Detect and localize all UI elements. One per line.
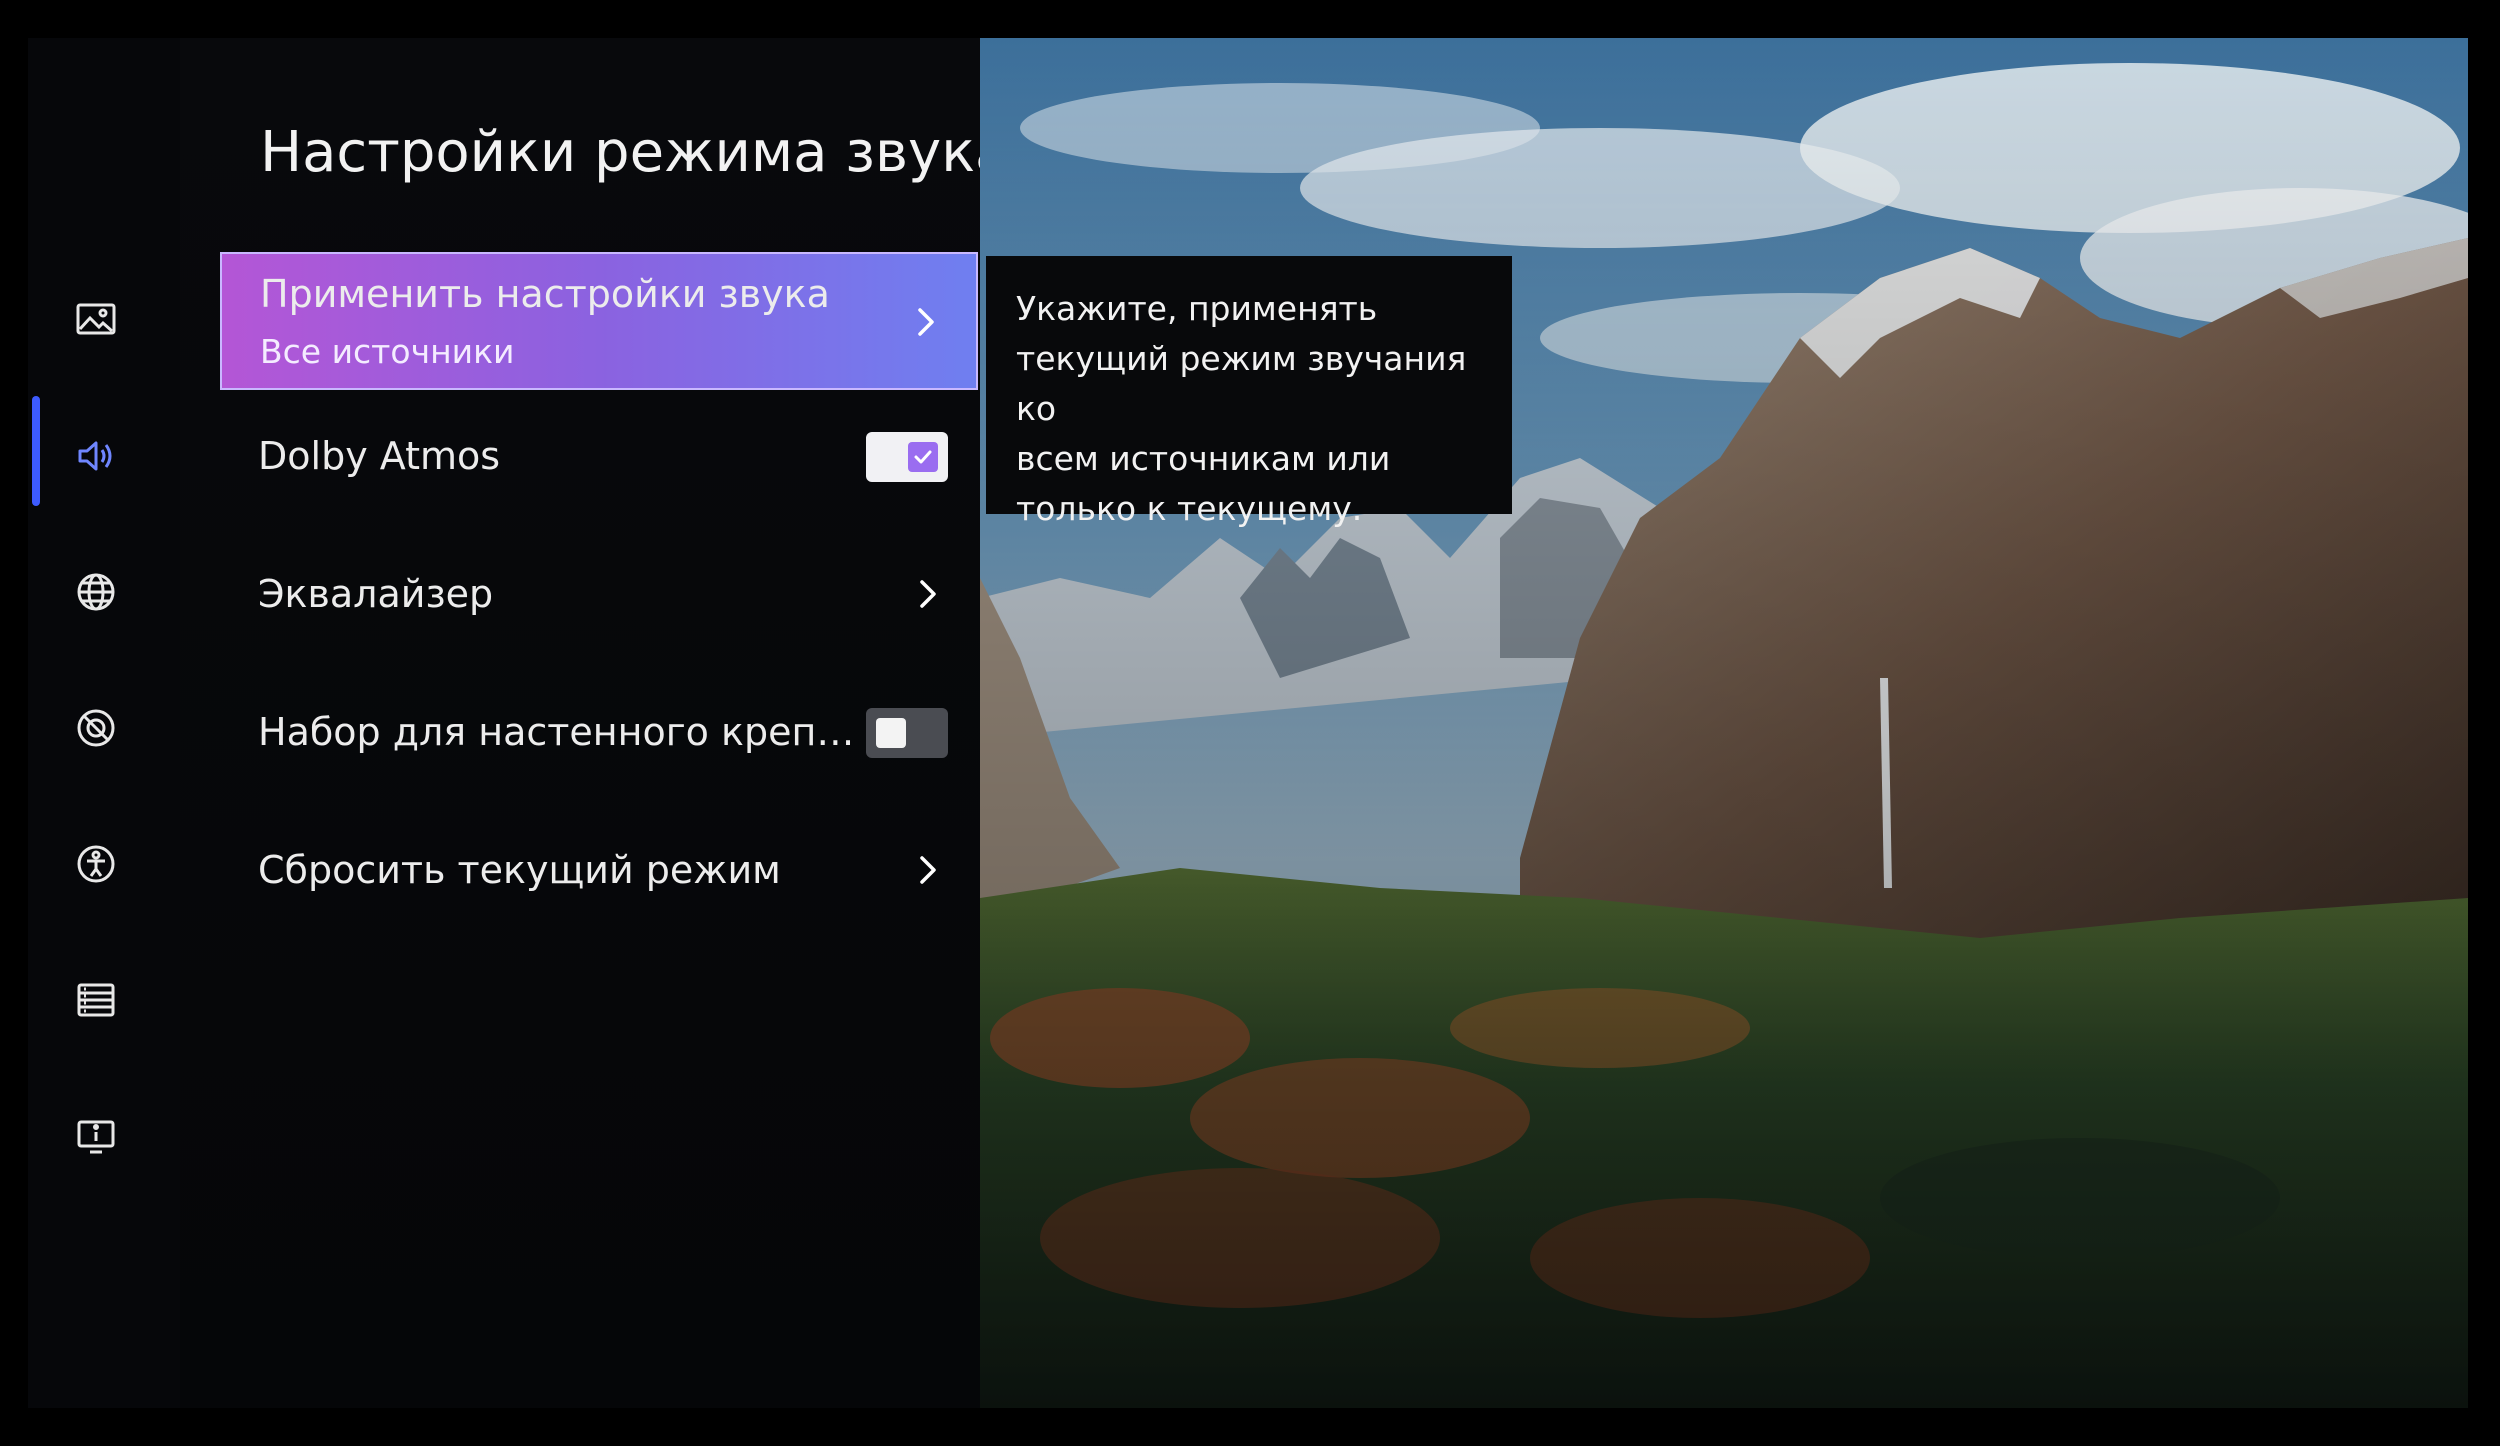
picture-settings-icon[interactable]: [66, 290, 126, 350]
tooltip-line: всем источникам или: [1016, 439, 1391, 478]
dolby-atmos-toggle[interactable]: [866, 432, 948, 482]
menu-item-wall-mount-kit[interactable]: Набор для настенного крепле…: [220, 666, 978, 800]
menu-item-dolby-atmos[interactable]: Dolby Atmos: [220, 390, 978, 524]
network-globe-icon[interactable]: [66, 562, 126, 622]
menu-item-value: Все источники: [260, 332, 515, 371]
chevron-right-icon: [906, 302, 946, 342]
menu-item-label: Dolby Atmos: [258, 434, 501, 478]
general-settings-icon[interactable]: [66, 698, 126, 758]
menu-item-label: Применить настройки звука: [260, 272, 830, 316]
tv-screen: Настройки режима звука Применить настрой…: [28, 38, 2468, 1408]
menu-item-label: Набор для настенного крепле…: [258, 710, 878, 754]
menu-item-equalizer[interactable]: Эквалайзер: [220, 528, 978, 662]
background-landscape-image: [980, 38, 2468, 1408]
settings-category-rail: [28, 38, 182, 1408]
menu-item-apply-sound-settings[interactable]: Применить настройки звука Все источники: [220, 252, 978, 390]
sound-mode-settings-panel: Настройки режима звука Применить настрой…: [180, 38, 1009, 1408]
tooltip-line: только к текущему.: [1016, 489, 1363, 528]
page-title: Настройки режима звука: [260, 120, 1010, 185]
tooltip-line: текущий режим звучания ко: [1016, 339, 1467, 428]
help-tooltip: Укажите, применять текущий режим звучани…: [986, 256, 1512, 528]
sound-settings-icon[interactable]: [66, 426, 126, 486]
chevron-right-icon: [908, 850, 948, 890]
system-info-icon[interactable]: [66, 1106, 126, 1166]
support-list-icon[interactable]: [66, 970, 126, 1030]
wall-mount-kit-toggle[interactable]: [866, 708, 948, 758]
tv-frame: Настройки режима звука Применить настрой…: [0, 0, 2500, 1446]
checkmark-icon: [908, 442, 938, 472]
menu-item-label: Сбросить текущий режим: [258, 848, 781, 892]
active-category-indicator: [32, 396, 40, 506]
menu-item-reset-current-mode[interactable]: Сбросить текущий режим: [220, 804, 978, 938]
menu-item-label: Эквалайзер: [258, 572, 494, 616]
accessibility-icon[interactable]: [66, 834, 126, 894]
toggle-knob: [876, 718, 906, 748]
chevron-right-icon: [908, 574, 948, 614]
tooltip-line: Укажите, применять: [1016, 289, 1378, 328]
